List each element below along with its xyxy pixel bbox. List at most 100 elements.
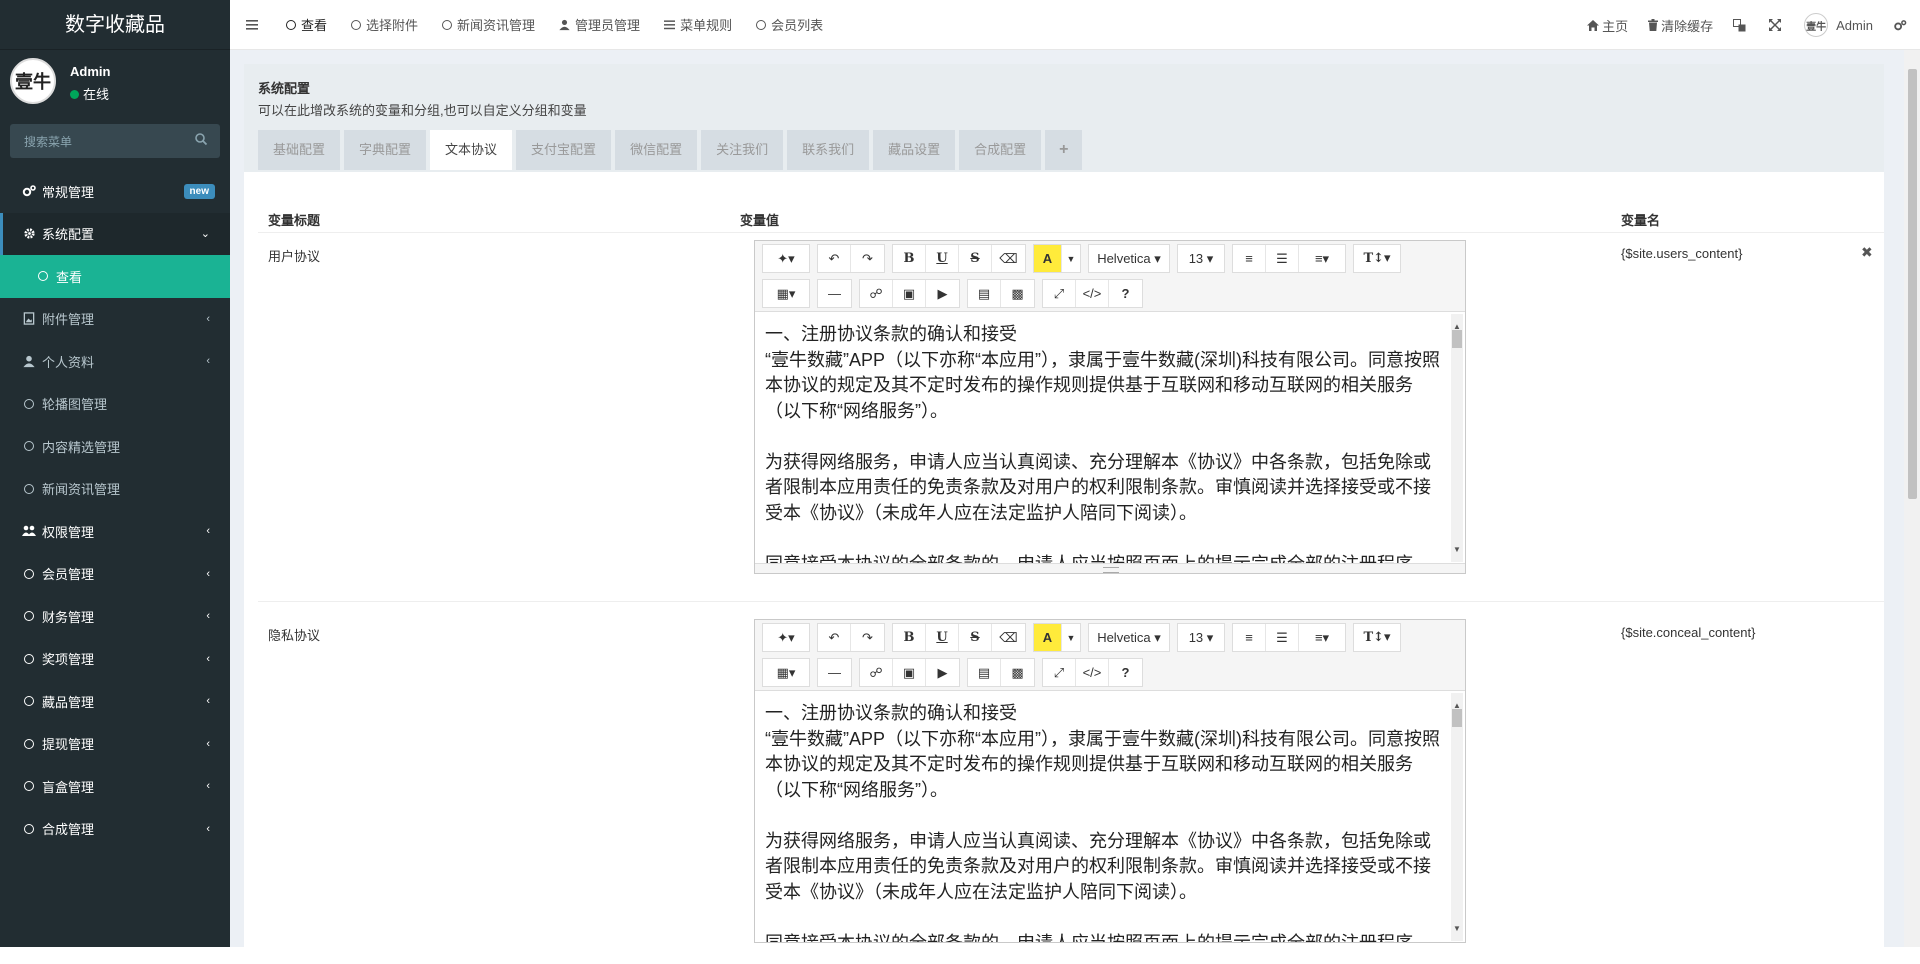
redo-icon[interactable]: ↷ [851,624,884,651]
tab-dictionary-config[interactable]: 字典配置 [344,130,427,170]
ordered-list-icon[interactable]: ☰ [1266,624,1299,651]
horizontal-rule-icon[interactable]: — [818,659,851,686]
sidebar-item-finance[interactable]: 财务管理 ‹ [0,595,230,638]
sidebar-item-general[interactable]: 常规管理 new [0,170,230,213]
sidebar-item-news[interactable]: 新闻资讯管理 [0,468,230,511]
eraser-icon[interactable]: ⌫ [992,245,1025,272]
home-link[interactable]: 主页 [1577,0,1638,50]
sidebar-item-banner[interactable]: 轮播图管理 [0,383,230,426]
link-icon[interactable]: ☍ [860,659,893,686]
sidebar-item-collections[interactable]: 藏品管理 ‹ [0,680,230,723]
editor-scrollbar[interactable]: ▲ ▼ [1451,693,1463,941]
search-icon[interactable] [194,132,208,146]
tab-basic-config[interactable]: 基础配置 [258,130,341,170]
sidebar-item-synthesis[interactable]: 合成管理 ‹ [0,808,230,851]
fullscreen-icon[interactable] [1759,0,1794,50]
user-menu[interactable]: 壹牛 Admin [1794,0,1883,50]
sidebar-item-withdraw[interactable]: 提现管理 ‹ [0,723,230,766]
tab-view[interactable]: 查看 [274,0,339,50]
table-icon[interactable]: ▦▾ [763,659,809,686]
align-icon[interactable]: ≡▾ [1299,624,1345,651]
sidebar-item-profile[interactable]: 个人资料 ‹ [0,340,230,383]
sidebar-item-blindbox[interactable]: 盲盒管理 ‹ [0,765,230,808]
tab-member-list[interactable]: 会员列表 [744,0,835,50]
fullscreen-icon[interactable]: ⤢ [1043,659,1076,686]
color-dropdown-icon[interactable]: ▼ [1062,245,1080,272]
editor-content[interactable]: 一、注册协议条款的确认和接受 “壹牛数藏”APP（以下亦称“本应用”），隶属于壹… [755,311,1465,563]
sidebar-item-permissions[interactable]: 权限管理 ‹ [0,510,230,553]
editor-resize-handle[interactable] [755,563,1465,573]
tab-text-agreement[interactable]: 文本协议 [430,130,513,170]
video-icon[interactable]: ▶ [926,659,959,686]
text-height-icon[interactable]: T↕▾ [1354,245,1400,272]
add-tab-button[interactable]: + [1045,130,1083,170]
unordered-list-icon[interactable]: ≡ [1233,245,1266,272]
editor-scrollbar[interactable]: ▲ ▼ [1451,314,1463,562]
menu-toggle-icon[interactable] [230,0,274,50]
unordered-list-icon[interactable]: ≡ [1233,624,1266,651]
tab-alipay-config[interactable]: 支付宝配置 [516,130,612,170]
text-height-icon[interactable]: T↕▾ [1354,624,1400,651]
font-family-select[interactable]: Helvetica ▾ [1089,245,1169,272]
fullscreen-icon[interactable]: ⤢ [1043,280,1076,307]
menu-search-input[interactable]: 搜索菜单 [10,124,220,158]
horizontal-rule-icon[interactable]: — [818,280,851,307]
redo-icon[interactable]: ↷ [851,245,884,272]
ordered-list-icon[interactable]: ☰ [1266,245,1299,272]
tab-menu-rules[interactable]: 菜单规则 [652,0,744,50]
translate-icon[interactable] [1723,0,1759,50]
help-icon[interactable]: ? [1109,280,1142,307]
clear-cache-button[interactable]: 清除缓存 [1638,0,1723,50]
sidebar-item-attachments[interactable]: 附件管理 ‹ [0,298,230,341]
font-family-select[interactable]: Helvetica ▾ [1089,624,1169,651]
tab-news[interactable]: 新闻资讯管理 [430,0,547,50]
undo-icon[interactable]: ↶ [818,245,851,272]
sidebar-item-members[interactable]: 会员管理 ‹ [0,553,230,596]
brand-logo[interactable]: 数字收藏品 [0,0,230,50]
editor-content[interactable]: 一、注册协议条款的确认和接受 “壹牛数藏”APP（以下亦称“本应用”），隶属于壹… [755,690,1465,942]
help-icon[interactable]: ? [1109,659,1142,686]
font-size-select[interactable]: 13 ▾ [1178,624,1224,651]
sidebar-item-awards[interactable]: 奖项管理 ‹ [0,638,230,681]
eraser-icon[interactable]: ⌫ [992,624,1025,651]
align-icon[interactable]: ≡▾ [1299,245,1345,272]
tab-follow-us[interactable]: 关注我们 [701,130,784,170]
file-icon[interactable]: ▩ [1001,280,1034,307]
page-scrollbar[interactable] [1904,50,1920,947]
tab-select-attachment[interactable]: 选择附件 [339,0,430,50]
settings-icon[interactable] [1883,0,1920,50]
file-icon[interactable]: ▩ [1001,659,1034,686]
tab-synthesis-config[interactable]: 合成配置 [959,130,1042,170]
code-view-icon[interactable]: </> [1076,280,1109,307]
font-size-select[interactable]: 13 ▾ [1178,245,1224,272]
code-view-icon[interactable]: </> [1076,659,1109,686]
bold-icon[interactable]: B [893,624,926,651]
underline-icon[interactable]: U [926,245,959,272]
undo-icon[interactable]: ↶ [818,624,851,651]
image-icon[interactable]: ▣ [893,659,926,686]
underline-icon[interactable]: U [926,624,959,651]
tab-wechat-config[interactable]: 微信配置 [615,130,698,170]
color-dropdown-icon[interactable]: ▼ [1062,624,1080,651]
video-icon[interactable]: ▶ [926,280,959,307]
magic-wand-icon[interactable]: ✦▾ [763,624,809,651]
text-color-icon[interactable]: A [1034,245,1062,272]
sidebar-item-featured[interactable]: 内容精选管理 [0,425,230,468]
scrollbar-thumb[interactable] [1908,69,1917,499]
tab-contact-us[interactable]: 联系我们 [787,130,870,170]
file-image-icon[interactable]: ▤ [968,659,1001,686]
file-image-icon[interactable]: ▤ [968,280,1001,307]
strikethrough-icon[interactable]: S [959,245,992,272]
delete-row-icon[interactable]: ✖ [1861,244,1873,261]
table-icon[interactable]: ▦▾ [763,280,809,307]
text-color-icon[interactable]: A [1034,624,1062,651]
tab-admins[interactable]: 管理员管理 [547,0,652,50]
tab-collection-settings[interactable]: 藏品设置 [873,130,956,170]
sidebar-item-view[interactable]: 查看 [0,255,230,298]
sidebar-item-system-config[interactable]: 系统配置 ⌄ [0,212,230,255]
magic-wand-icon[interactable]: ✦▾ [763,245,809,272]
bold-icon[interactable]: B [893,245,926,272]
strikethrough-icon[interactable]: S [959,624,992,651]
link-icon[interactable]: ☍ [860,280,893,307]
image-icon[interactable]: ▣ [893,280,926,307]
